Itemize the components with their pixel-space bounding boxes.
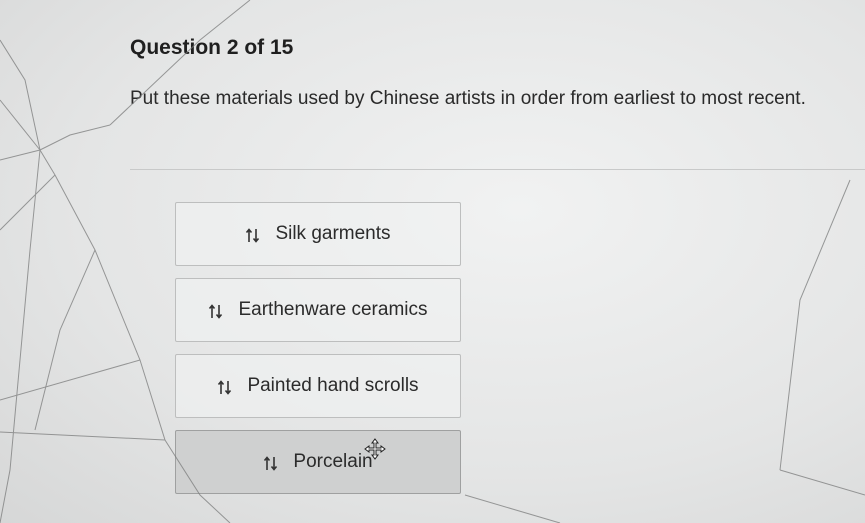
- question-prompt: Put these materials used by Chinese arti…: [130, 88, 806, 109]
- answer-label: Porcelain: [293, 451, 373, 472]
- reorder-arrows-icon: [208, 300, 224, 320]
- divider: [130, 169, 865, 170]
- answer-card-earthenware-ceramics[interactable]: Earthenware ceramics: [175, 278, 461, 342]
- answer-label: Earthenware ceramics: [238, 299, 428, 320]
- reorder-arrows-icon: [217, 376, 233, 396]
- reorder-arrows-icon: [263, 452, 279, 472]
- reorder-arrows-icon: [245, 224, 261, 244]
- answer-card-painted-hand-scrolls[interactable]: Painted hand scrolls: [175, 354, 461, 418]
- answer-label: Silk garments: [275, 223, 391, 244]
- answer-card-silk-garments[interactable]: Silk garments: [175, 202, 461, 266]
- answer-label: Painted hand scrolls: [247, 375, 419, 396]
- answer-card-porcelain[interactable]: Porcelain: [175, 430, 461, 494]
- question-header: Question 2 of 15: [130, 36, 294, 59]
